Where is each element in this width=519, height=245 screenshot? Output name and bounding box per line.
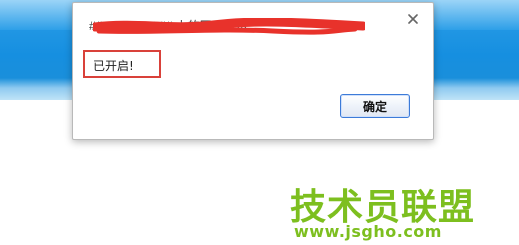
dialog-close-button[interactable] bbox=[405, 11, 421, 27]
dialog-message: 已开启! bbox=[93, 59, 134, 73]
dialog-title: ###.###.###.## 上的网页显示 bbox=[89, 15, 389, 39]
message-highlight-box: 已开启! bbox=[83, 50, 161, 78]
watermark-url: www.jsgho.com bbox=[294, 222, 442, 241]
ok-button[interactable]: 确定 bbox=[340, 94, 410, 118]
alert-dialog: ###.###.###.## 上的网页显示 已开启! 确定 bbox=[72, 2, 434, 140]
redaction-scribble bbox=[93, 18, 365, 35]
watermark: 技术员联盟 www.jsgho.com bbox=[290, 178, 515, 242]
close-icon bbox=[408, 14, 418, 24]
